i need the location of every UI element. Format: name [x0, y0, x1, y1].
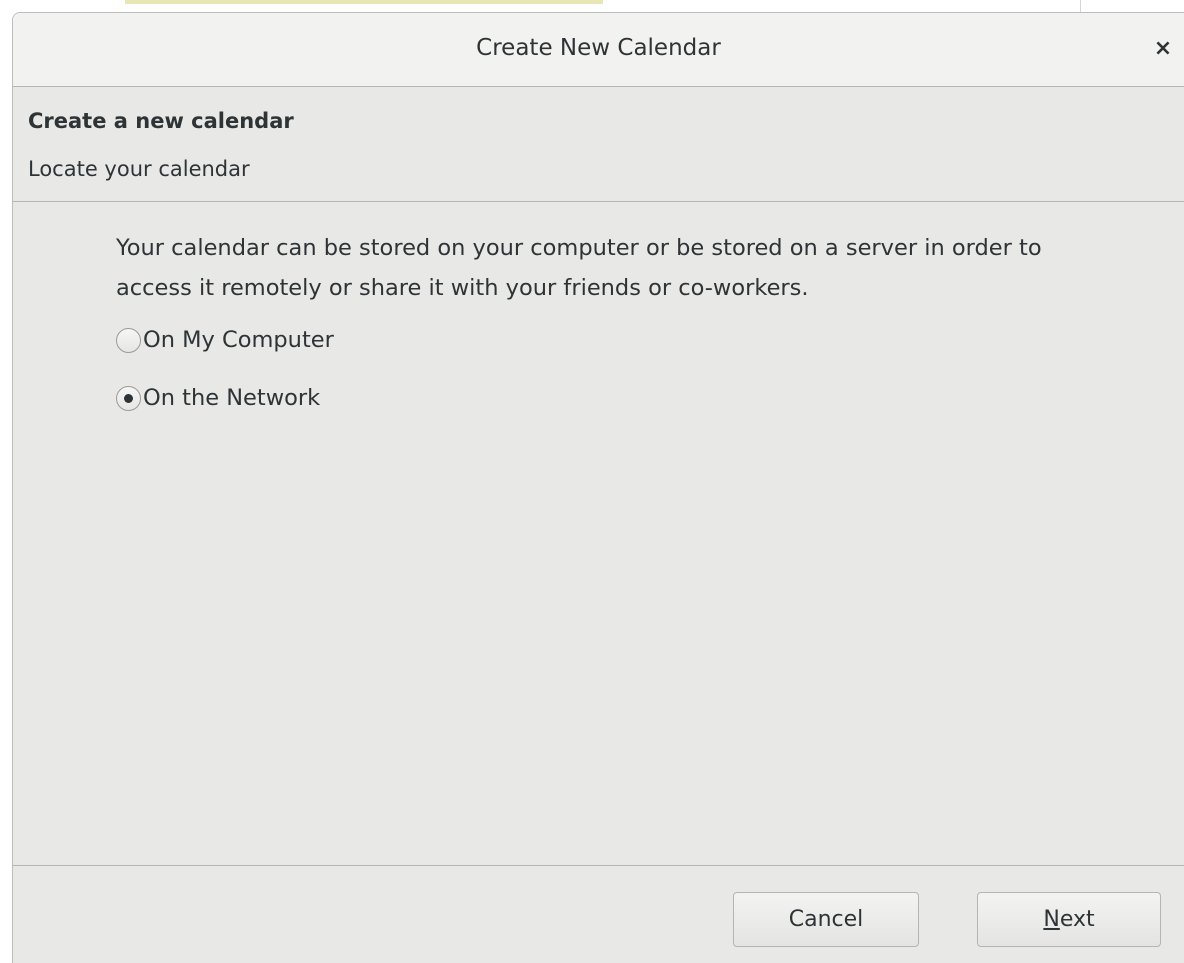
- background-window-divider: [1080, 0, 1081, 12]
- radio-button-selected[interactable]: [116, 385, 141, 411]
- next-button-label: ext: [1059, 907, 1095, 932]
- radio-on-my-computer[interactable]: On My Computer: [116, 327, 334, 353]
- next-button-mnemonic: N: [1043, 907, 1060, 932]
- cancel-button[interactable]: Cancel: [733, 892, 919, 947]
- radio-button-unselected[interactable]: [116, 327, 141, 353]
- wizard-header-title: Create a new calendar: [28, 109, 294, 133]
- dialog-title: Create New Calendar: [476, 35, 721, 61]
- wizard-content: Your calendar can be stored on your comp…: [13, 202, 1184, 865]
- wizard-header-subtitle: Locate your calendar: [28, 157, 250, 181]
- next-button[interactable]: Next: [977, 892, 1161, 947]
- radio-on-the-network[interactable]: On the Network: [116, 385, 320, 411]
- dialog-button-bar: Cancel Next: [13, 865, 1184, 963]
- radio-label-on-my-computer[interactable]: On My Computer: [143, 327, 334, 353]
- radio-selected-dot: [124, 393, 133, 403]
- create-calendar-dialog: Create New Calendar × Create a new calen…: [12, 12, 1184, 963]
- dialog-titlebar: Create New Calendar ×: [13, 13, 1184, 87]
- location-description: Your calendar can be stored on your comp…: [116, 235, 1042, 301]
- wizard-header: Create a new calendar Locate your calend…: [13, 87, 1184, 202]
- close-icon[interactable]: ×: [1146, 31, 1180, 65]
- background-window-edge: [125, 0, 603, 4]
- radio-label-on-the-network[interactable]: On the Network: [143, 385, 320, 411]
